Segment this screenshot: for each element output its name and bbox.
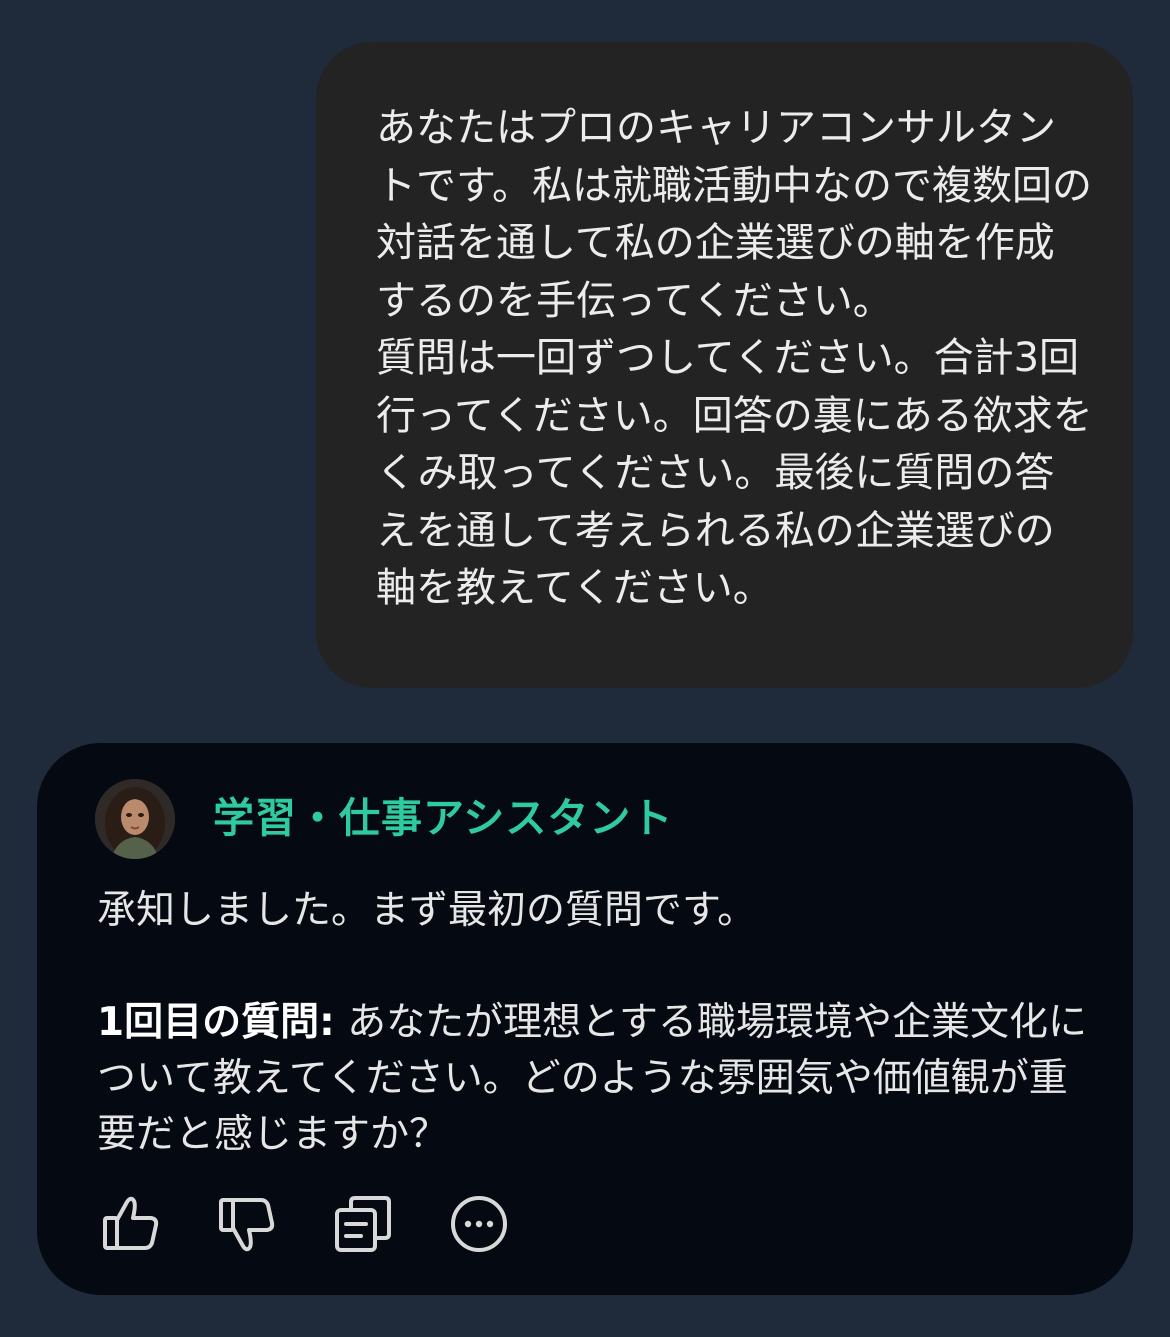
thumbs-up-icon [103, 1196, 159, 1250]
user-message-bubble: あなたはプロのキャリアコンサルタントです。私は就職活動中なので複数回の対話を通し… [316, 42, 1133, 688]
user-message-text: あなたはプロのキャリアコンサルタントです。私は就職活動中なので複数回の対話を通し… [376, 105, 1093, 611]
copy-button[interactable] [327, 1189, 399, 1259]
more-options-button[interactable] [443, 1189, 515, 1259]
avatar-portrait-icon [95, 779, 175, 859]
copy-icon [335, 1196, 391, 1252]
thumbs-down-icon [219, 1198, 275, 1252]
question-label: 1回目の質問: [97, 1000, 335, 1045]
assistant-message-card: 学習・仕事アシスタント 承知しました。まず最初の質問です。 1回目の質問: あな… [37, 743, 1133, 1295]
assistant-name: 学習・仕事アシスタント [213, 794, 674, 842]
assistant-intro-text: 承知しました。まず最初の質問です。 [97, 888, 757, 933]
more-icon [451, 1196, 507, 1252]
assistant-message-body: 承知しました。まず最初の質問です。 1回目の質問: あなたが理想とする職場環境や… [97, 883, 1087, 1163]
like-button[interactable] [95, 1189, 167, 1259]
assistant-avatar[interactable] [95, 779, 175, 859]
assistant-question-paragraph: 1回目の質問: あなたが理想とする職場環境や企業文化について教えてください。どの… [97, 995, 1087, 1163]
dislike-button[interactable] [211, 1189, 283, 1259]
